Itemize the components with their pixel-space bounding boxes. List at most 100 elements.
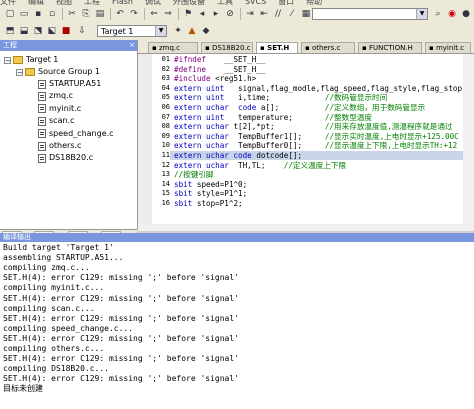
- close-icon[interactable]: ×: [129, 40, 135, 51]
- save-icon[interactable]: ▪: [32, 8, 44, 20]
- line-number: 10: [161, 141, 170, 150]
- code-line[interactable]: extern uint temperature; //整数型温度: [174, 113, 372, 122]
- tab-myinit-c[interactable]: ▪ myinit.c: [425, 42, 471, 53]
- batch-build-icon[interactable]: ⬕: [46, 25, 58, 37]
- select-packs-icon[interactable]: ◆: [200, 25, 212, 37]
- code-line[interactable]: //按键引脚: [174, 170, 214, 179]
- vertical-scrollbar[interactable]: [463, 54, 474, 231]
- tab-ds18b20-c[interactable]: ▪ DS18B20.c: [201, 42, 253, 53]
- tab-function-h[interactable]: ▪ FUNCTION.H: [358, 42, 422, 53]
- editor-gutter[interactable]: [138, 54, 152, 231]
- output-line: SET.H(4): error C129: missing ';' before…: [3, 354, 240, 364]
- output-line: SET.H(4): error C129: missing ';' before…: [3, 374, 240, 384]
- unindent-icon[interactable]: ⇤: [258, 8, 270, 20]
- menu-item[interactable]: 文件: [0, 0, 16, 6]
- project-panel-title: 工程 ×: [0, 40, 137, 51]
- uncomment-icon[interactable]: ⁄: [286, 8, 298, 20]
- chevron-down-icon[interactable]: ▼: [416, 9, 427, 19]
- output-line: SET.H(4): error C129: missing ';' before…: [3, 313, 240, 323]
- bookmark-icon[interactable]: ⚑: [182, 8, 194, 20]
- prev-bookmark-icon[interactable]: ◂: [196, 8, 208, 20]
- find-icon[interactable]: ⌕: [432, 8, 444, 20]
- cut-icon[interactable]: ✂: [66, 8, 78, 20]
- code-line[interactable]: extern uchar code a[]; //定义数组，用于数码管显示: [174, 103, 425, 112]
- code-line[interactable]: extern uchar code dotcode[];: [174, 151, 302, 160]
- chevron-down-icon[interactable]: ▼: [155, 26, 166, 36]
- tree-file[interactable]: others.c: [38, 140, 81, 152]
- code-editor[interactable]: 01 02 03 04 05 06 07 08 09 10 11 12 13 14 15 16 #ifndef…: [138, 54, 474, 231]
- horizontal-scrollbar[interactable]: [138, 224, 463, 231]
- debug-icon[interactable]: ◉: [446, 8, 458, 20]
- tree-file[interactable]: speed_change.c: [38, 128, 114, 140]
- output-line: SET.H(4): error C129: missing ';' before…: [3, 333, 240, 343]
- nav-back-icon[interactable]: ⇐: [148, 8, 160, 20]
- line-number: 09: [161, 131, 170, 140]
- redo-icon[interactable]: ↷: [128, 8, 140, 20]
- collapse-icon[interactable]: −: [4, 56, 11, 64]
- code-line[interactable]: extern uchar TempBuffer1[]; //显示实时温度,上电时…: [174, 132, 459, 141]
- code-line[interactable]: #ifndef __SET_H__: [174, 55, 265, 64]
- tab-zmq-c[interactable]: ▪ zmq.c: [148, 42, 198, 53]
- code-line[interactable]: sbit style=P1^1;: [174, 189, 247, 198]
- copy-icon[interactable]: ⎘: [80, 8, 92, 20]
- tree-file[interactable]: zmq.c: [38, 90, 73, 102]
- stop-build-icon[interactable]: ■: [60, 25, 72, 37]
- undo-icon[interactable]: ↶: [114, 8, 126, 20]
- tree-target[interactable]: − Target 1: [4, 54, 58, 66]
- menu-item[interactable]: 工程: [84, 0, 100, 6]
- indent-icon[interactable]: ⇥: [244, 8, 256, 20]
- download-icon[interactable]: ⇩: [76, 25, 88, 37]
- build-icon[interactable]: ⬓: [18, 25, 30, 37]
- output-line: 目标未创建: [3, 384, 43, 394]
- line-number: 11: [161, 151, 170, 159]
- line-number: 15: [161, 189, 170, 198]
- tree-file[interactable]: STARTUP.A51: [38, 78, 101, 90]
- menu-item[interactable]: 帮助: [306, 0, 322, 6]
- code-line[interactable]: #include <reg51.h>: [174, 74, 256, 83]
- tree-group[interactable]: − Source Group 1: [16, 66, 100, 78]
- code-line[interactable]: #define __SET_H__: [174, 65, 265, 74]
- find-combo[interactable]: ▼: [312, 8, 428, 20]
- code-line[interactable]: extern uint i,time; //数码管显示时间: [174, 93, 387, 102]
- menu-item[interactable]: 调试: [145, 0, 161, 6]
- menu-item[interactable]: SVCS: [245, 0, 266, 6]
- tree-file[interactable]: myinit.c: [38, 103, 81, 115]
- target-options-icon[interactable]: ✦: [172, 25, 184, 37]
- comment-icon[interactable]: //: [272, 8, 284, 20]
- menu-item[interactable]: 工具: [217, 0, 233, 6]
- clear-bookmarks-icon[interactable]: ⊘: [224, 8, 236, 20]
- tree-file-label: scan.c: [49, 116, 75, 126]
- line-number: 16: [161, 199, 170, 207]
- new-file-icon[interactable]: ▢: [4, 8, 16, 20]
- menu-item[interactable]: 视图: [56, 0, 72, 6]
- menu-item[interactable]: 编辑: [28, 0, 44, 6]
- find-in-files-icon[interactable]: ▦: [300, 8, 312, 20]
- menu-item[interactable]: 外围设备: [173, 0, 205, 6]
- code-line[interactable]: extern uchar TH,TL; //定义温度上下限: [174, 161, 346, 170]
- menu-item[interactable]: 窗口: [278, 0, 294, 6]
- output-line: compiling myinit.c...: [3, 283, 105, 293]
- save-all-icon[interactable]: ▫: [46, 8, 58, 20]
- tab-others-c[interactable]: ▪ others.c: [301, 42, 355, 53]
- next-bookmark-icon[interactable]: ▸: [210, 8, 222, 20]
- target-select[interactable]: Target 1 ▼: [97, 25, 167, 37]
- collapse-icon[interactable]: −: [16, 68, 23, 76]
- code-line[interactable]: extern uint signal,flag_modle,flag_speed…: [174, 84, 462, 93]
- rebuild-icon[interactable]: ⬔: [32, 25, 44, 37]
- tree-file-label: DS18B20.c: [49, 153, 94, 163]
- breakpoint-icon[interactable]: ●: [460, 8, 472, 20]
- code-line[interactable]: sbit speed=P1^0;: [174, 180, 247, 189]
- translate-icon[interactable]: ⬒: [4, 25, 16, 37]
- manage-components-icon[interactable]: ▲: [186, 25, 198, 37]
- paste-icon[interactable]: ▤: [94, 8, 106, 20]
- code-line[interactable]: extern uchar t[2],*pt; //用来存放温度值,测温程序就是通…: [174, 122, 453, 131]
- open-folder-icon[interactable]: ▭: [18, 8, 30, 20]
- tree-file[interactable]: DS18B20.c: [38, 152, 93, 164]
- tab-set-h[interactable]: ▪ SET.H: [256, 42, 298, 53]
- build-output-panel[interactable]: Build target 'Target 1' assembling STARTU…: [0, 242, 474, 409]
- menu-item[interactable]: Flash: [112, 0, 133, 6]
- nav-forward-icon[interactable]: ⇒: [162, 8, 174, 20]
- code-line[interactable]: extern uchar TempBuffer0[]; //显示温度上下限,上电…: [174, 141, 457, 150]
- tree-file[interactable]: scan.c: [38, 115, 74, 127]
- code-line[interactable]: sbit stop=P1^2;: [174, 199, 243, 208]
